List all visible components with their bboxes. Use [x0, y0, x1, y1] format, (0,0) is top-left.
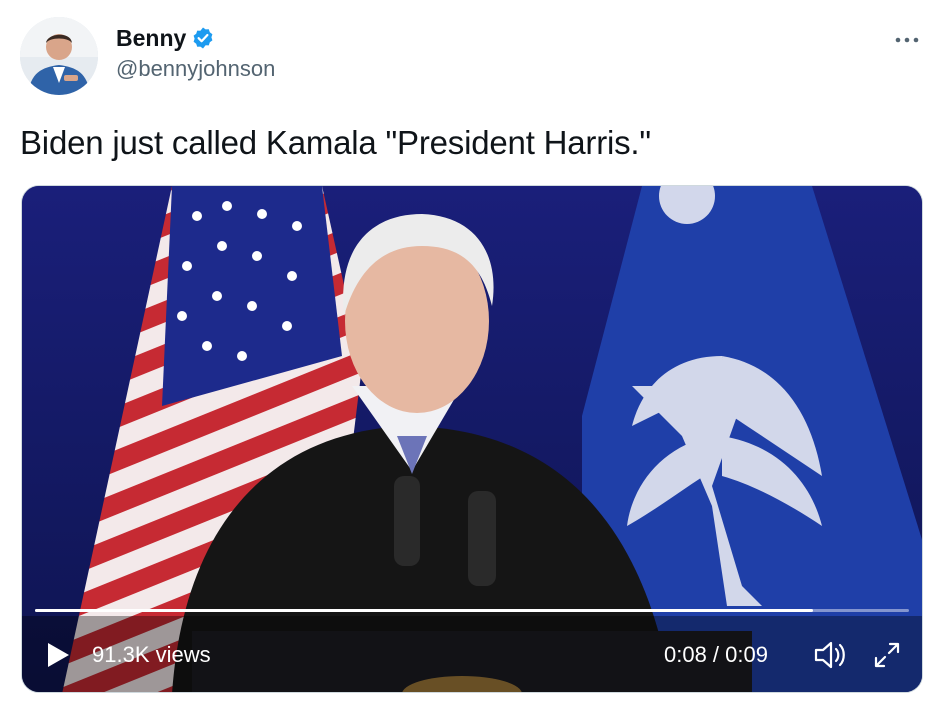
tweet-header: Benny @bennyjohnson: [20, 17, 922, 97]
volume-muted-icon[interactable]: [812, 638, 848, 672]
fullscreen-icon[interactable]: [870, 638, 904, 672]
video-player[interactable]: 91.3K views 0:08 / 0:09: [21, 185, 923, 693]
display-name[interactable]: Benny: [116, 25, 186, 52]
more-options-icon[interactable]: [892, 25, 922, 55]
video-progress-fill: [35, 609, 813, 612]
display-name-row: Benny: [116, 23, 275, 53]
tweet-text: Biden just called Kamala "President Harr…: [20, 124, 651, 161]
play-icon[interactable]: [44, 640, 72, 670]
video-time: 0:08 / 0:09: [664, 642, 768, 667]
author-names: Benny @bennyjohnson: [116, 23, 275, 82]
video-frame: [22, 186, 922, 692]
profile-photo-icon: [20, 17, 98, 95]
verified-badge-icon: [191, 26, 215, 50]
avatar[interactable]: [20, 17, 98, 95]
view-count: 91.3K views: [92, 642, 211, 667]
author-handle[interactable]: @bennyjohnson: [116, 56, 275, 82]
video-progress-bar[interactable]: [35, 609, 909, 612]
video-controls: 91.3K views 0:08 / 0:09: [22, 622, 922, 692]
